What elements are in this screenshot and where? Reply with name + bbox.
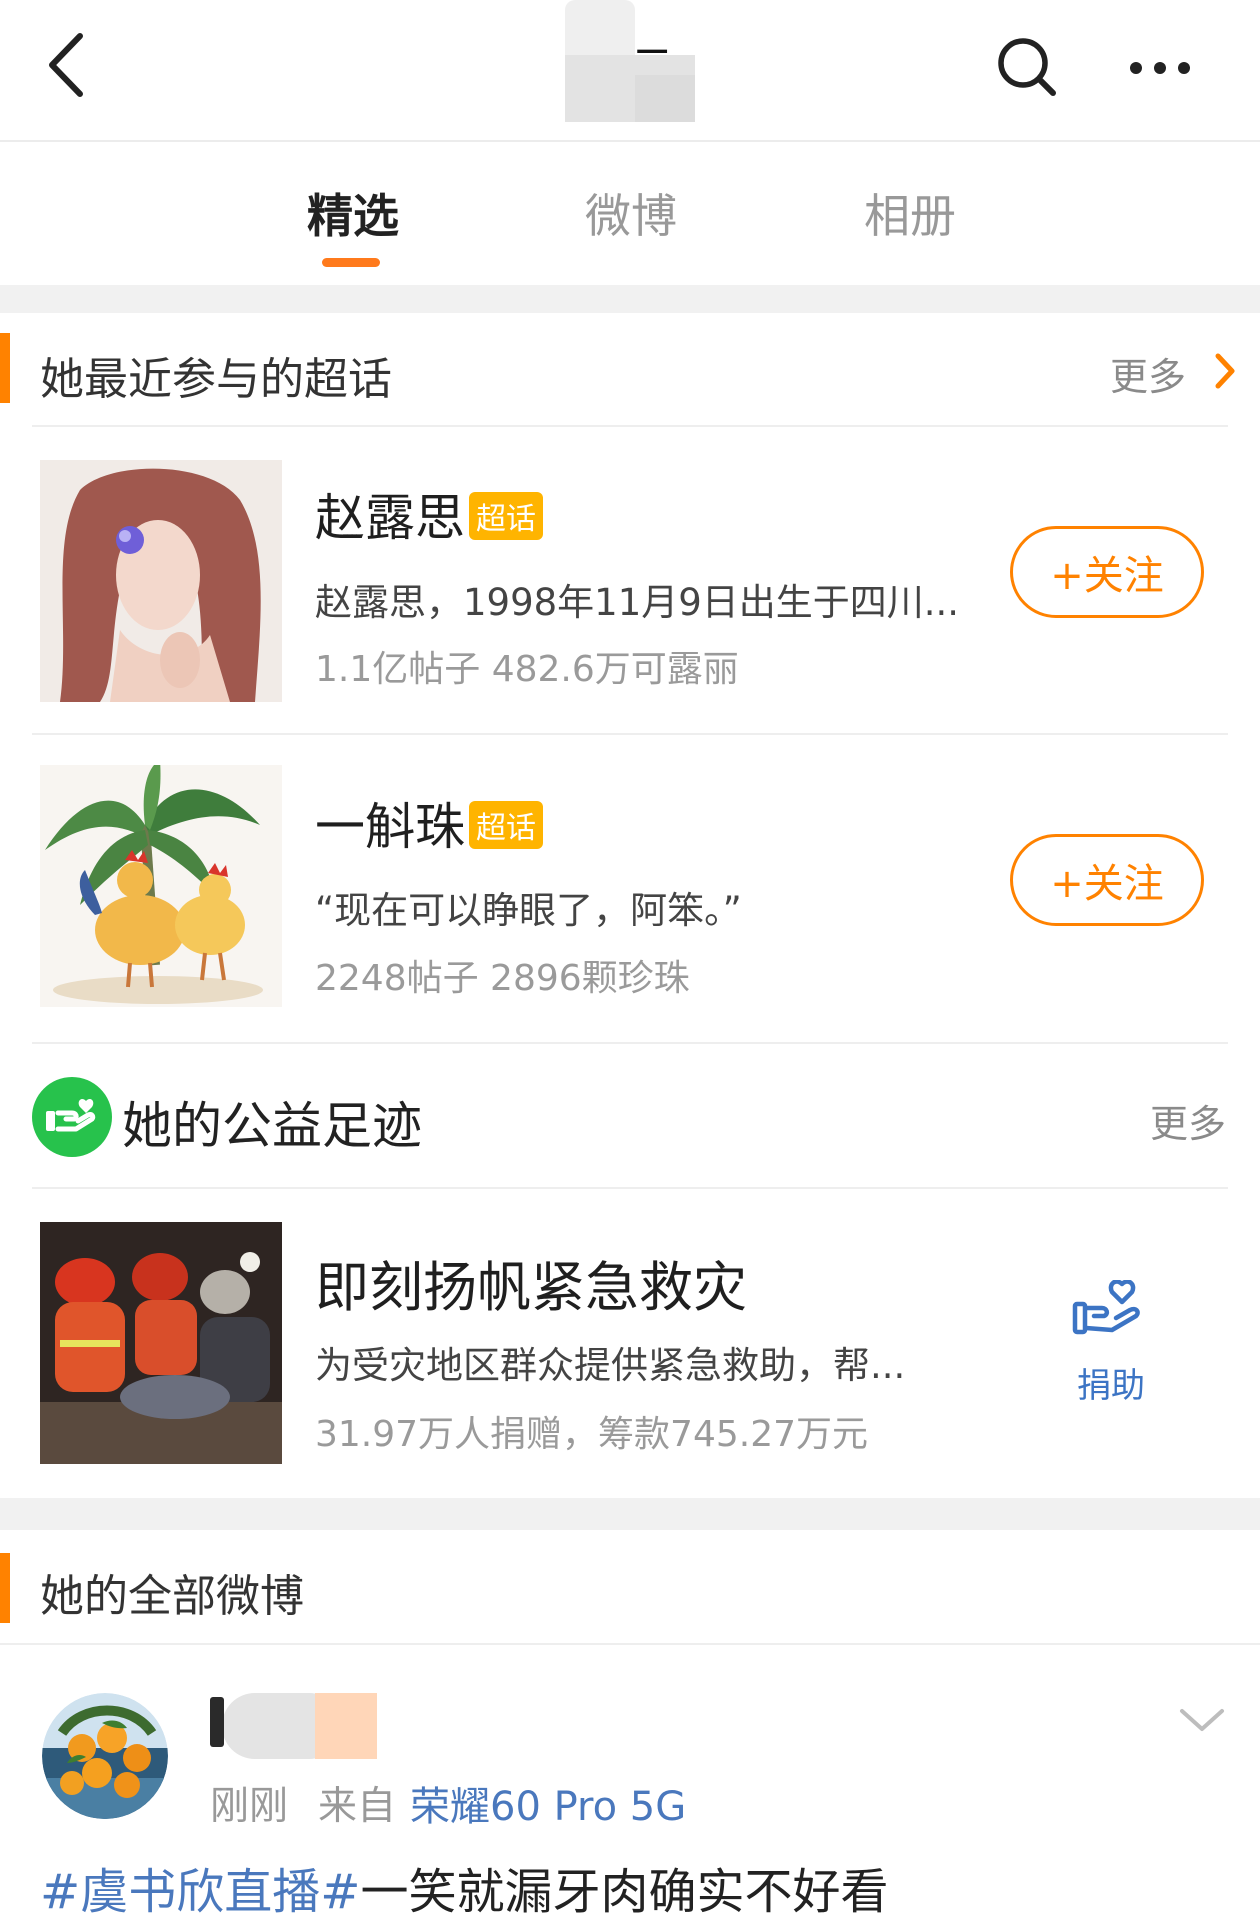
divider xyxy=(32,733,1228,735)
post-body-text: 一笑就漏牙肉确实不好看 xyxy=(360,1864,889,1920)
topic-name-text[interactable]: 赵露思 xyxy=(315,489,465,547)
topic-thumbnail-zhao-lusi[interactable] xyxy=(40,460,282,702)
topic-name[interactable]: 一斛珠 超话 xyxy=(315,787,543,859)
topic-description: 赵露思，1998年11月9日出生于四川... xyxy=(315,581,960,624)
post-hashtag[interactable]: #虞书欣直播# xyxy=(40,1864,360,1920)
post-source-device[interactable]: 荣耀60 Pro 5G xyxy=(410,1774,686,1832)
follow-button[interactable]: +关注 xyxy=(1010,834,1204,926)
super-topic-badge: 超话 xyxy=(469,492,543,540)
super-topics-more-link[interactable]: 更多 xyxy=(1110,346,1186,401)
chevron-right-icon[interactable] xyxy=(1212,351,1238,391)
charity-project-description: 为受灾地区群众提供紧急救助，帮... xyxy=(315,1344,906,1387)
post-time: 刚刚 xyxy=(210,1784,289,1829)
tab-featured[interactable]: 精选 xyxy=(307,180,399,246)
active-tab-indicator xyxy=(322,258,380,267)
divider xyxy=(32,1042,1228,1044)
back-icon[interactable] xyxy=(40,30,100,100)
divider xyxy=(32,1187,1228,1189)
section-separator xyxy=(0,285,1260,313)
topic-meta: 2248帖子 2896颗珍珠 xyxy=(315,958,690,999)
topic-name-text[interactable]: 一斛珠 xyxy=(315,798,465,856)
section-separator xyxy=(0,1498,1260,1530)
donate-hand-heart-icon[interactable] xyxy=(1072,1279,1144,1342)
topic-name[interactable]: 赵露思 超话 xyxy=(315,478,543,550)
donate-button-label[interactable]: 捐助 xyxy=(1077,1358,1145,1407)
charity-project-meta: 31.97万人捐赠，筹款745.27万元 xyxy=(315,1414,869,1455)
charity-icon xyxy=(32,1077,112,1157)
tab-weibo[interactable]: 微博 xyxy=(585,180,677,246)
topic-thumbnail-yihuzhu[interactable] xyxy=(40,765,282,1007)
chevron-down-icon[interactable] xyxy=(1178,1705,1226,1735)
topic-meta: 1.1亿帖子 482.6万可露丽 xyxy=(315,649,739,690)
topic-description: “现在可以睁眼了，阿笨。” xyxy=(315,889,742,932)
follow-button[interactable]: +关注 xyxy=(1010,526,1204,618)
divider xyxy=(0,1643,1260,1645)
super-topic-badge: 超话 xyxy=(469,801,543,849)
tab-album[interactable]: 相册 xyxy=(864,180,956,246)
username-blurred[interactable] xyxy=(210,1693,400,1759)
charity-thumbnail[interactable] xyxy=(40,1222,282,1464)
all-posts-title: 她的全部微博 xyxy=(40,1571,304,1622)
avatar[interactable] xyxy=(42,1693,168,1819)
super-topics-title: 她最近参与的超话 xyxy=(40,354,392,405)
more-options-icon[interactable] xyxy=(1128,56,1192,80)
post-content: #虞书欣直播#一笑就漏牙肉确实不好看 xyxy=(40,1852,888,1922)
section-accent-bar xyxy=(0,1553,10,1623)
divider xyxy=(32,425,1228,427)
search-icon[interactable] xyxy=(995,35,1059,99)
section-accent-bar xyxy=(0,333,10,403)
charity-title: 她的公益足迹 xyxy=(122,1097,422,1155)
charity-more-link[interactable]: 更多 xyxy=(1150,1093,1226,1148)
profile-name-blurred: 云 xyxy=(565,0,695,122)
post-from-label: 来自 xyxy=(318,1784,397,1829)
charity-project-title[interactable]: 即刻扬帆紧急救灾 xyxy=(315,1243,747,1322)
